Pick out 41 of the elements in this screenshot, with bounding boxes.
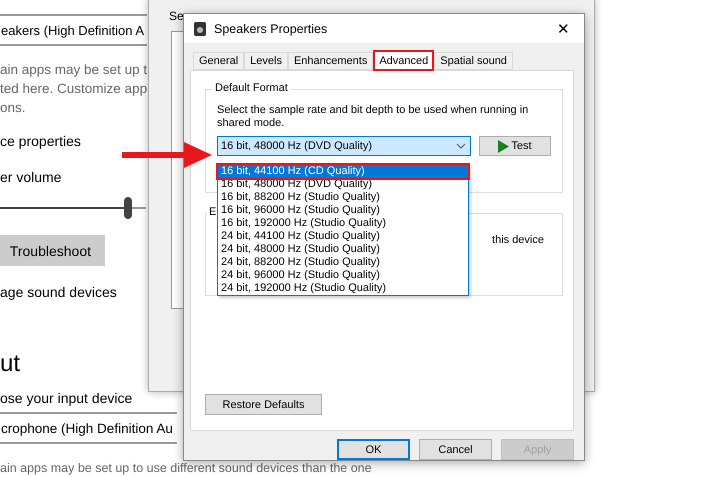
restore-defaults-button[interactable]: Restore Defaults [205,394,322,415]
instruction-text: Se [169,9,184,23]
format-option[interactable]: 24 bit, 96000 Hz (Studio Quality) [218,269,468,282]
test-button[interactable]: Test [479,136,551,156]
group-legend: Default Format [212,82,291,94]
output-note: ain apps may be set up t ted here. Customize app ons. [0,61,148,117]
format-option[interactable]: 16 bit, 44100 Hz (CD Quality) [218,165,468,178]
play-icon [498,140,510,153]
chevron-icon [456,143,466,150]
input-note: ain apps may be set up to use different sound devices than the one [0,462,372,475]
window-title: Speakers Properties [214,22,328,36]
format-option[interactable]: 16 bit, 192000 Hz (Studio Quality) [218,217,468,230]
volume-label: er volume [0,169,62,185]
dialog-button[interactable]: Cancel [419,439,492,460]
tab[interactable]: General [193,52,244,70]
device-properties-link[interactable]: ce properties [0,133,81,149]
format-option[interactable]: 24 bit, 44100 Hz (Studio Quality) [218,230,468,244]
format-description: Select the sample rate and bit depth to be used when running in shared mode. [217,104,530,130]
volume-slider[interactable] [0,197,146,219]
format-option[interactable]: 16 bit, 88200 Hz (Studio Quality) [218,191,468,204]
format-option[interactable]: 24 bit, 48000 Hz (Studio Quality) [218,243,468,256]
manage-devices-link[interactable]: age sound devices [0,284,117,300]
format-list[interactable] [217,164,469,296]
format-dropdown[interactable]: 16 bit, 48000 Hz (DVD Quality) [217,136,471,156]
format-option[interactable]: 24 bit, 192000 Hz (Studio Quality) [218,282,468,296]
tab[interactable]: Spatial sound [434,52,513,70]
dialog-button[interactable]: OK [337,439,410,460]
input-device-dropdown[interactable]: crophone (High Definition Au [0,412,177,444]
tab[interactable]: Enhancements [288,52,374,70]
tab[interactable]: Advanced [373,50,434,72]
slider-thumb[interactable] [124,197,132,219]
tab[interactable]: Levels [244,52,288,70]
format-option[interactable]: 24 bit, 88200 Hz (Studio Quality) [218,256,468,270]
troubleshoot-button[interactable]: Troubleshoot [0,235,105,266]
format-option[interactable]: 16 bit, 96000 Hz (Studio Quality) [218,204,468,218]
output-device-dropdown[interactable]: eakers (High Definition A [0,14,147,46]
section-heading: ut [0,350,20,378]
input-label: ose your input device [0,390,132,406]
speaker-icon [194,22,206,36]
close-button[interactable]: ✕ [551,20,576,38]
option-text: this device [492,234,544,246]
